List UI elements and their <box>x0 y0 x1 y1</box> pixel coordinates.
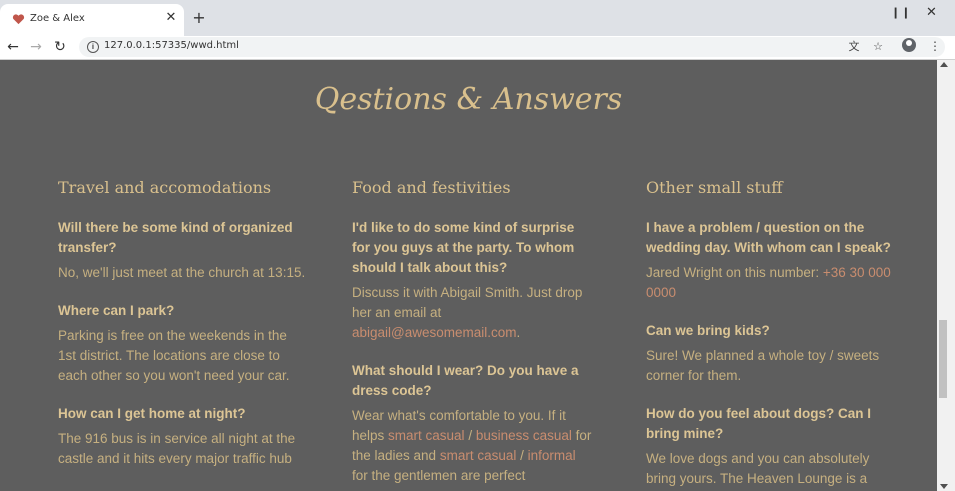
column-title: Food and festivities <box>352 178 511 197</box>
faq-answer: We love dogs and you can absolutely brin… <box>646 451 870 486</box>
heart-favicon-icon <box>12 14 25 25</box>
smart-casual-link[interactable]: smart casual <box>388 428 465 443</box>
column-title: Travel and accomodations <box>58 178 272 197</box>
answer-text: Jared Wright on this number: <box>646 265 823 280</box>
faq-question: Where can I park? <box>58 303 175 318</box>
separator-text: / <box>516 448 528 463</box>
forward-icon[interactable]: → <box>27 38 45 56</box>
bookmark-star-icon[interactable]: ☆ <box>871 40 885 54</box>
faq-question: I'd like to do some kind of surprise for… <box>352 220 575 275</box>
window-close-icon[interactable]: ✕ <box>926 5 937 20</box>
tab-close-icon[interactable]: ✕ <box>164 11 178 25</box>
reload-icon[interactable]: ↻ <box>51 38 69 56</box>
faq-question: I have a problem / question on the weddi… <box>646 220 891 255</box>
site-info-icon[interactable]: i <box>87 41 99 53</box>
faq-question: Will there be some kind of organized tra… <box>58 220 293 255</box>
browser-tab[interactable]: Zoe & Alex ✕ <box>0 4 184 36</box>
profile-avatar-icon[interactable] <box>902 38 916 52</box>
column-title: Other small stuff <box>646 178 783 197</box>
business-casual-link[interactable]: business casual <box>476 428 572 443</box>
faq-question: What should I wear? Do you have a dress … <box>352 363 579 398</box>
faq-answer: Discuss it with Abigail Smith. Just drop… <box>352 283 594 343</box>
faq-answer: Wear what's comfortable to you. If it he… <box>352 406 594 486</box>
browser-tab-bar: Zoe & Alex ✕ + ❙❙ ✕ <box>0 0 955 36</box>
page-scrollbar[interactable] <box>937 60 955 491</box>
smart-casual-link[interactable]: smart casual <box>440 448 517 463</box>
section-heading: Qestions & Answers <box>314 82 623 117</box>
faq-question: How can I get home at night? <box>58 406 246 421</box>
faq-column-travel: Travel and accomodations Will there be s… <box>58 178 308 487</box>
scrollbar-thumb[interactable] <box>939 320 947 398</box>
back-icon[interactable]: ← <box>4 38 22 56</box>
faq-answer: Sure! We planned a whole toy / sweets co… <box>646 348 880 383</box>
informal-link[interactable]: informal <box>528 448 576 463</box>
answer-text: for the gentlemen are perfect <box>352 468 526 483</box>
browser-toolbar: ← → ↻ i 127.0.0.1:57335/wwd.html 文 ☆ ⋮ <box>0 36 955 59</box>
tab-title: Zoe & Alex <box>30 13 85 24</box>
email-link[interactable]: abigail@awesomemail.com <box>352 325 517 340</box>
translate-icon[interactable]: 文 <box>847 40 861 54</box>
faq-question: Can we bring kids? <box>646 323 770 338</box>
faq-answer: Jared Wright on this number: +36 30 000 … <box>646 263 891 303</box>
faq-question: How do you feel about dogs? Can I bring … <box>646 406 871 441</box>
browser-menu-icon[interactable]: ⋮ <box>929 39 941 53</box>
scroll-up-icon[interactable] <box>940 62 948 67</box>
faq-column-food: Food and festivities I'd like to do some… <box>352 178 594 491</box>
scroll-down-icon[interactable] <box>940 484 948 489</box>
page-viewport: Qestions & Answers Travel and accomodati… <box>0 60 937 491</box>
answer-text: Discuss it with Abigail Smith. Just drop… <box>352 285 583 320</box>
url-text: 127.0.0.1:57335/wwd.html <box>104 40 239 51</box>
answer-text: . <box>516 325 521 340</box>
faq-answer: The 916 bus is in service all night at t… <box>58 431 296 466</box>
address-bar[interactable]: i 127.0.0.1:57335/wwd.html 文 ☆ <box>79 37 945 57</box>
new-tab-button[interactable]: + <box>191 10 207 26</box>
window-minimize-icon[interactable]: ❙❙ <box>891 6 911 19</box>
faq-answer: Parking is free on the weekends in the 1… <box>58 328 290 383</box>
faq-column-other: Other small stuff I have a problem / que… <box>646 178 891 491</box>
separator-text: / <box>464 428 476 443</box>
faq-answer: No, we'll just meet at the church at 13:… <box>58 265 306 280</box>
